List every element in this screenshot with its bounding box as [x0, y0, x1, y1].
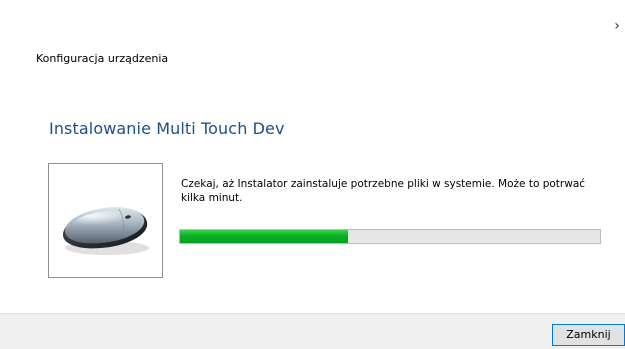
button-bar	[0, 313, 625, 349]
progress-bar-fill	[180, 230, 348, 243]
mouse-icon	[62, 207, 149, 255]
device-setup-window: › Konfiguracja urządzenia Instalowanie M…	[0, 0, 625, 349]
page-heading: Instalowanie Multi Touch Dev	[49, 119, 285, 138]
chevron-right-icon[interactable]: ›	[611, 18, 623, 34]
close-button[interactable]: Zamknij	[552, 324, 625, 346]
window-title: Konfiguracja urządzenia	[36, 52, 169, 65]
progress-bar	[179, 229, 601, 244]
status-message: Czekaj, aż Instalator zainstaluje potrze…	[181, 178, 586, 204]
device-image-frame	[48, 163, 163, 278]
